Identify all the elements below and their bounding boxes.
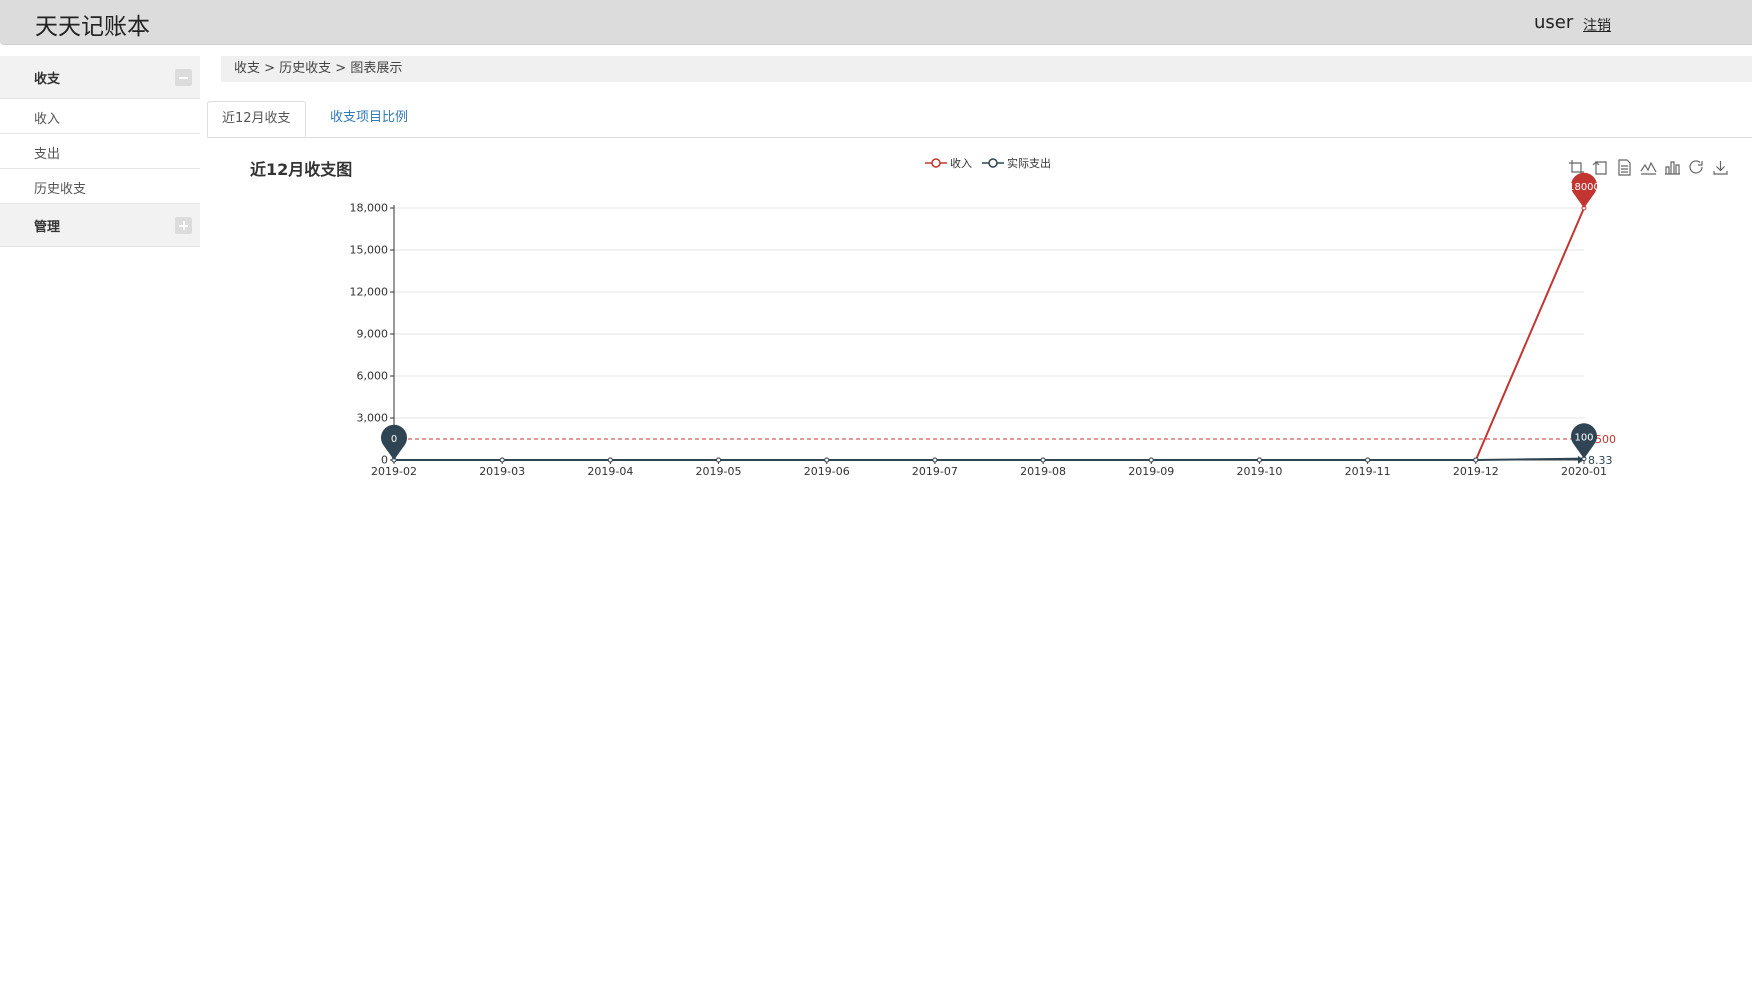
data-point xyxy=(1473,457,1479,463)
y-tick-label: 18,000 xyxy=(350,202,389,215)
x-tick-label: 2019-02 xyxy=(371,465,417,478)
y-tick-label: 6,000 xyxy=(357,370,389,383)
marker-pin-label: 100 xyxy=(1574,433,1593,444)
average-line-label: 8.33 xyxy=(1588,454,1613,467)
y-tick-label: 15,000 xyxy=(350,244,389,257)
user-name: user xyxy=(1534,12,1574,33)
x-tick-label: 2019-12 xyxy=(1453,465,1499,478)
series-line xyxy=(394,457,1585,461)
x-tick-label: 2019-04 xyxy=(587,465,633,478)
sidebar-item-label: 历史收支 xyxy=(34,182,87,197)
tab-bar: 近12月收支 收支项目比例 xyxy=(207,101,1752,138)
x-tick-label: 2020-01 xyxy=(1561,465,1607,478)
data-point xyxy=(1148,457,1154,463)
tab-last-12-months[interactable]: 近12月收支 xyxy=(207,101,306,137)
collapse-icon[interactable] xyxy=(175,69,192,86)
data-point xyxy=(1365,457,1371,463)
sidebar-group-manage[interactable]: 管理 xyxy=(0,204,200,247)
sidebar-group-label: 管理 xyxy=(34,220,61,235)
x-tick-label: 2019-06 xyxy=(804,465,850,478)
x-tick-label: 2019-03 xyxy=(479,465,525,478)
breadcrumb-text: 收支 > 历史收支 > 图表展示 xyxy=(234,61,403,76)
data-point xyxy=(716,457,722,463)
expand-icon[interactable] xyxy=(175,217,192,234)
marker-pin-label: 0 xyxy=(391,434,397,445)
x-tick-label: 2019-08 xyxy=(1020,465,1066,478)
marker-pin-label: 18000 xyxy=(1568,182,1600,193)
app-title: 天天记账本 xyxy=(35,14,150,40)
sidebar-item-expense[interactable]: 支出 xyxy=(0,134,200,169)
y-tick-label: 9,000 xyxy=(357,328,389,341)
data-point xyxy=(1256,457,1262,463)
y-tick-label: 12,000 xyxy=(350,286,389,299)
data-point xyxy=(824,457,830,463)
x-tick-label: 2019-05 xyxy=(696,465,742,478)
sidebar-item-income[interactable]: 收入 xyxy=(0,99,200,134)
sidebar-item-label: 收入 xyxy=(34,112,61,127)
data-point xyxy=(499,457,505,463)
tab-category-ratio[interactable]: 收支项目比例 xyxy=(316,101,422,136)
x-tick-label: 2019-07 xyxy=(912,465,958,478)
data-point xyxy=(607,457,613,463)
x-tick-label: 2019-10 xyxy=(1236,465,1282,478)
data-point xyxy=(932,457,938,463)
y-tick-label: 3,000 xyxy=(357,412,389,425)
sidebar: 收支 收入 支出 历史收支 管理 xyxy=(0,56,200,247)
x-tick-label: 2019-09 xyxy=(1128,465,1174,478)
sidebar-item-label: 支出 xyxy=(34,147,61,162)
sidebar-group-label: 收支 xyxy=(34,72,61,87)
logout-link[interactable]: 注销 xyxy=(1583,15,1611,35)
line-chart: 03,000 6,000 9,000 12,000 15,000 18,000 2019-0… xyxy=(350,172,1616,478)
x-tick-label: 2019-11 xyxy=(1345,465,1391,478)
sidebar-group-finance[interactable]: 收支 xyxy=(0,56,200,99)
top-header: 天天记账本 user 注销 xyxy=(0,0,1752,45)
data-point xyxy=(1040,457,1046,463)
breadcrumb: 收支 > 历史收支 > 图表展示 xyxy=(221,56,1752,82)
sidebar-item-history[interactable]: 历史收支 xyxy=(0,169,200,204)
